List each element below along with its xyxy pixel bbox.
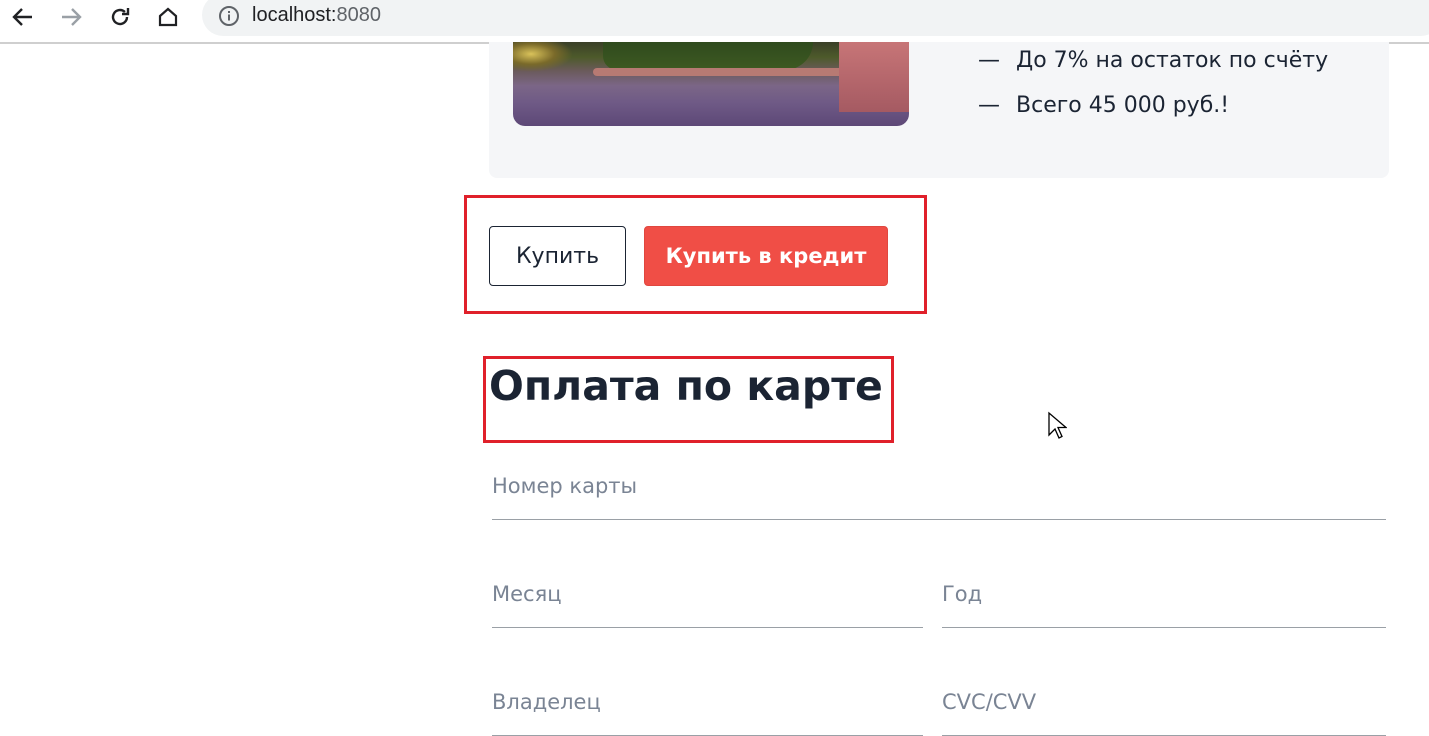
home-icon[interactable] <box>155 6 181 28</box>
photo-wall <box>839 42 909 112</box>
feature-item: — Всего 45 000 руб.! <box>978 93 1229 118</box>
photo-lamp <box>513 42 573 72</box>
feature-item: — До 7% на остаток по счёту <box>978 48 1328 73</box>
card-number-placeholder: Номер карты <box>492 474 638 498</box>
feature-text: Всего 45 000 руб.! <box>1016 93 1230 118</box>
year-field[interactable]: Год <box>942 582 1386 628</box>
address-bar[interactable] <box>202 0 1429 36</box>
card-payment-heading: Оплата по карте <box>489 362 883 410</box>
card-number-field[interactable]: Номер карты <box>492 474 1386 520</box>
buy-on-credit-button[interactable]: Купить в кредит <box>644 226 888 286</box>
feature-text: До 7% на остаток по счёту <box>1016 48 1329 73</box>
forward-arrow-icon[interactable] <box>58 6 84 28</box>
feature-dash: — <box>978 93 1000 118</box>
cvc-placeholder: CVC/CVV <box>942 690 1037 714</box>
browser-toolbar: localhost:8080 <box>0 0 1429 44</box>
cvc-field[interactable]: CVC/CVV <box>942 690 1386 736</box>
owner-placeholder: Владелец <box>492 690 601 714</box>
url-host: localhost: <box>252 4 337 26</box>
feature-dash: — <box>978 48 1000 73</box>
url-text[interactable]: localhost:8080 <box>252 4 381 27</box>
month-field[interactable]: Месяц <box>492 582 923 628</box>
month-placeholder: Месяц <box>492 582 562 606</box>
reload-icon[interactable] <box>107 6 133 28</box>
photo-curb <box>593 68 853 76</box>
mouse-pointer-icon <box>1047 411 1068 445</box>
url-port: 8080 <box>336 4 382 26</box>
buy-button[interactable]: Купить <box>489 226 626 286</box>
owner-field[interactable]: Владелец <box>492 690 923 736</box>
site-info-icon[interactable] <box>218 5 240 27</box>
photo-bush <box>603 42 813 70</box>
back-arrow-icon[interactable] <box>10 6 36 28</box>
product-photo <box>513 42 909 126</box>
year-placeholder: Год <box>942 582 983 606</box>
